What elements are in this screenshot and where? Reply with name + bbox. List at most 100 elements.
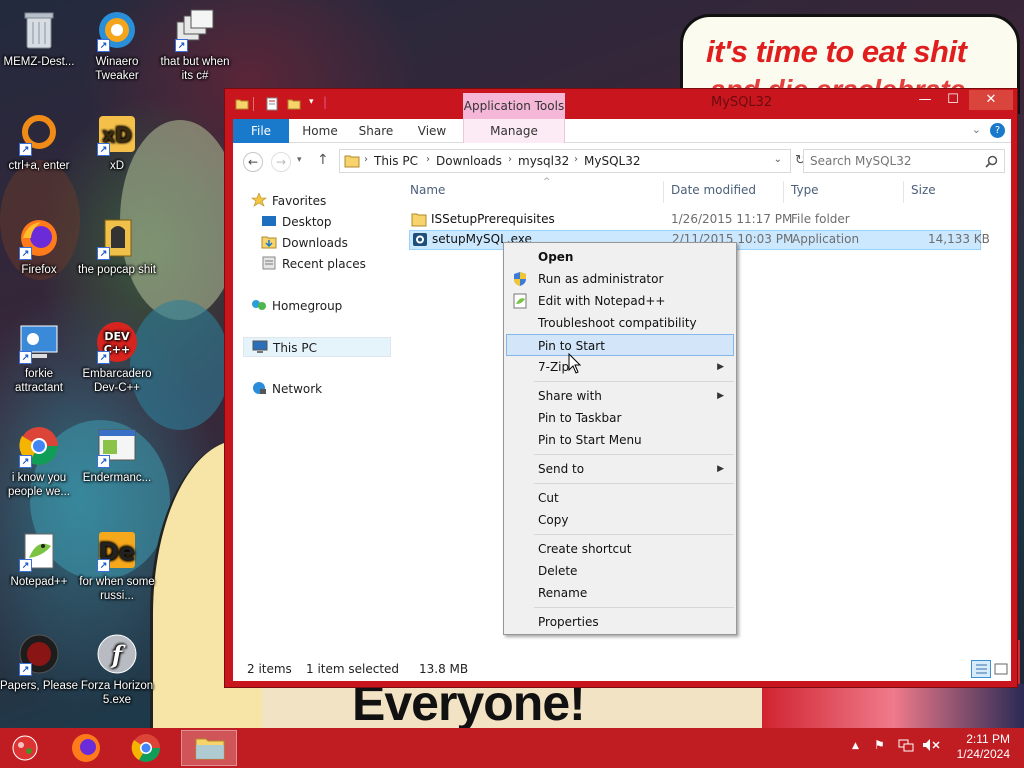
- desktop-icon-chrome[interactable]: ↗ i know you people we...: [0, 424, 78, 499]
- speech-text: it's time to eat shit: [706, 34, 967, 69]
- nav-downloads[interactable]: Downloads: [261, 233, 348, 253]
- tab-home[interactable]: Home: [295, 119, 345, 143]
- menu-item-run-as-admin[interactable]: Run as administrator: [506, 268, 734, 290]
- nav-network[interactable]: Network: [251, 379, 322, 399]
- column-size[interactable]: Size: [911, 183, 936, 203]
- breadcrumb-this-pc[interactable]: This PC: [374, 154, 418, 168]
- search-box[interactable]: [803, 149, 1005, 173]
- desktop-icon-ring[interactable]: ↗ ctrl+a, enter: [0, 112, 78, 173]
- desktop-icon-csharp[interactable]: ↗ that but when its c#: [156, 8, 234, 83]
- menu-item-pin-to-taskbar[interactable]: Pin to Taskbar: [506, 407, 734, 429]
- details-view-icon[interactable]: [971, 660, 991, 678]
- taskbar-firefox[interactable]: [60, 730, 112, 766]
- desktop-icon-label: the popcap shit: [78, 264, 157, 276]
- desktop-icon-firefox[interactable]: ↗ Firefox: [0, 216, 78, 277]
- desktop-icon-enderman[interactable]: ↗ Endermanc...: [78, 424, 156, 485]
- file-row[interactable]: ISSetupPrerequisites 1/26/2015 11:17 PM …: [409, 210, 981, 230]
- desktop-icon-label: MEMZ-Dest...: [3, 56, 75, 68]
- submenu-arrow-icon: ▶: [717, 362, 724, 372]
- taskbar-clock[interactable]: 2:11 PM 1/24/2024: [957, 732, 1010, 762]
- action-center-flag-icon[interactable]: ⚑: [874, 738, 885, 752]
- maximize-button[interactable]: ☐: [939, 90, 967, 110]
- recent-places-icon: [261, 256, 277, 270]
- desktop-icon-label: that but when its c#: [160, 56, 230, 82]
- desktop-icon-popcap[interactable]: ↗ the popcap shit: [78, 216, 156, 277]
- menu-item-delete[interactable]: Delete: [506, 560, 734, 582]
- search-input[interactable]: [810, 154, 980, 168]
- clock-time: 2:11 PM: [966, 732, 1010, 746]
- column-date-modified[interactable]: Date modified: [671, 183, 756, 203]
- forward-button[interactable]: →: [271, 152, 291, 172]
- nav-desktop[interactable]: Desktop: [261, 212, 332, 232]
- nav-favorites[interactable]: Favorites: [251, 191, 326, 211]
- desktop-icon-forza[interactable]: f Forza Horizon 5.exe: [78, 632, 156, 707]
- desktop-icon-devcpp[interactable]: DEV C++ ↗ Embarcadero Dev-C++: [78, 320, 156, 395]
- menu-item-rename[interactable]: Rename: [506, 582, 734, 604]
- breadcrumb-MySQL32[interactable]: MySQL32: [584, 154, 640, 168]
- expand-ribbon-icon[interactable]: ⌄: [972, 123, 981, 136]
- nav-homegroup[interactable]: Homegroup: [251, 296, 342, 316]
- start-orb-icon: [12, 735, 38, 761]
- menu-item-troubleshoot[interactable]: Troubleshoot compatibility: [506, 312, 734, 334]
- menu-item-pin-to-start[interactable]: Pin to Start: [506, 334, 734, 356]
- nav-label: Homegroup: [272, 299, 343, 313]
- minimize-button[interactable]: —: [911, 90, 939, 110]
- nav-recent-places[interactable]: Recent places: [261, 254, 366, 274]
- column-type[interactable]: Type: [791, 183, 819, 203]
- context-menu: Open Run as administrator Edit with Note…: [503, 242, 737, 635]
- back-button[interactable]: ←: [243, 152, 263, 172]
- menu-item-create-shortcut[interactable]: Create shortcut: [506, 538, 734, 560]
- menu-item-cut[interactable]: Cut: [506, 487, 734, 509]
- recent-locations-chevron-icon[interactable]: ▾: [297, 155, 302, 165]
- new-folder-icon[interactable]: [287, 97, 301, 111]
- desktop-icon-memz[interactable]: MEMZ-Dest...: [0, 8, 78, 69]
- nav-label: Favorites: [272, 194, 327, 208]
- breadcrumb-downloads[interactable]: Downloads: [436, 154, 502, 168]
- address-box[interactable]: › This PC › Downloads › mysql32 › MySQL3…: [339, 149, 791, 173]
- start-button[interactable]: [0, 730, 50, 766]
- desktop-icon-label: Winaero Tweaker: [95, 56, 139, 82]
- address-dropdown-icon[interactable]: ⌄: [774, 154, 782, 165]
- desktop-icon-hxd[interactable]: xD ↗ xD: [78, 112, 156, 173]
- tab-share[interactable]: Share: [351, 119, 401, 143]
- desktop-icon-de[interactable]: De ↗ for when some russi...: [78, 528, 156, 603]
- folder-icon: [235, 99, 249, 110]
- taskbar-file-explorer[interactable]: [181, 730, 237, 766]
- menu-item-pin-to-start-menu[interactable]: Pin to Start Menu: [506, 429, 734, 451]
- menu-item-open[interactable]: Open: [506, 246, 734, 268]
- desktop-icon-papers[interactable]: ↗ Papers, Please: [0, 632, 78, 693]
- wallpaper-deco: [762, 684, 1024, 728]
- menu-item-share-with[interactable]: Share with ▶: [506, 385, 734, 407]
- nav-this-pc[interactable]: This PC: [243, 337, 391, 357]
- column-name[interactable]: Name: [410, 183, 445, 203]
- nav-label: This PC: [273, 341, 317, 355]
- tab-view[interactable]: View: [407, 119, 457, 143]
- menu-item-copy[interactable]: Copy: [506, 509, 734, 531]
- tab-manage[interactable]: Manage: [464, 119, 564, 143]
- menu-item-send-to[interactable]: Send to ▶: [506, 458, 734, 480]
- file-explorer-icon: [195, 738, 225, 760]
- menu-item-properties[interactable]: Properties: [506, 611, 734, 633]
- ribbon-tabs: File Home Share View Manage ⌄ ?: [233, 119, 1011, 143]
- up-arrow-icon[interactable]: ↑: [317, 152, 329, 168]
- close-button[interactable]: ✕: [969, 90, 1013, 110]
- tab-file[interactable]: File: [233, 119, 289, 143]
- desktop-icon-notepadpp[interactable]: ↗ Notepad++: [0, 528, 78, 589]
- desktop-icon-forkie[interactable]: ↗ forkie attractant: [0, 320, 78, 395]
- help-icon[interactable]: ?: [990, 123, 1005, 138]
- chevron-down-icon[interactable]: ▾: [309, 97, 314, 107]
- menu-item-7zip[interactable]: 7-Zip ▶: [506, 356, 734, 378]
- volume-muted-icon[interactable]: [922, 738, 940, 755]
- title-bar[interactable]: ▾ | Application Tools MySQL32 — ☐ ✕: [225, 89, 1017, 120]
- desktop-icon-winaero[interactable]: ↗ Winaero Tweaker: [78, 8, 156, 83]
- show-hidden-icons-icon[interactable]: ▲: [852, 741, 859, 751]
- large-icons-view-icon[interactable]: [993, 661, 1009, 677]
- papers-please-icon: ↗: [17, 632, 61, 676]
- properties-icon[interactable]: [265, 97, 279, 111]
- window-title: MySQL32: [711, 95, 773, 110]
- network-icon: [251, 381, 267, 395]
- menu-item-edit-notepadpp[interactable]: Edit with Notepad++: [506, 290, 734, 312]
- breadcrumb-mysql32[interactable]: mysql32: [518, 154, 569, 168]
- taskbar-chrome[interactable]: [120, 730, 172, 766]
- network-tray-icon[interactable]: [898, 738, 914, 755]
